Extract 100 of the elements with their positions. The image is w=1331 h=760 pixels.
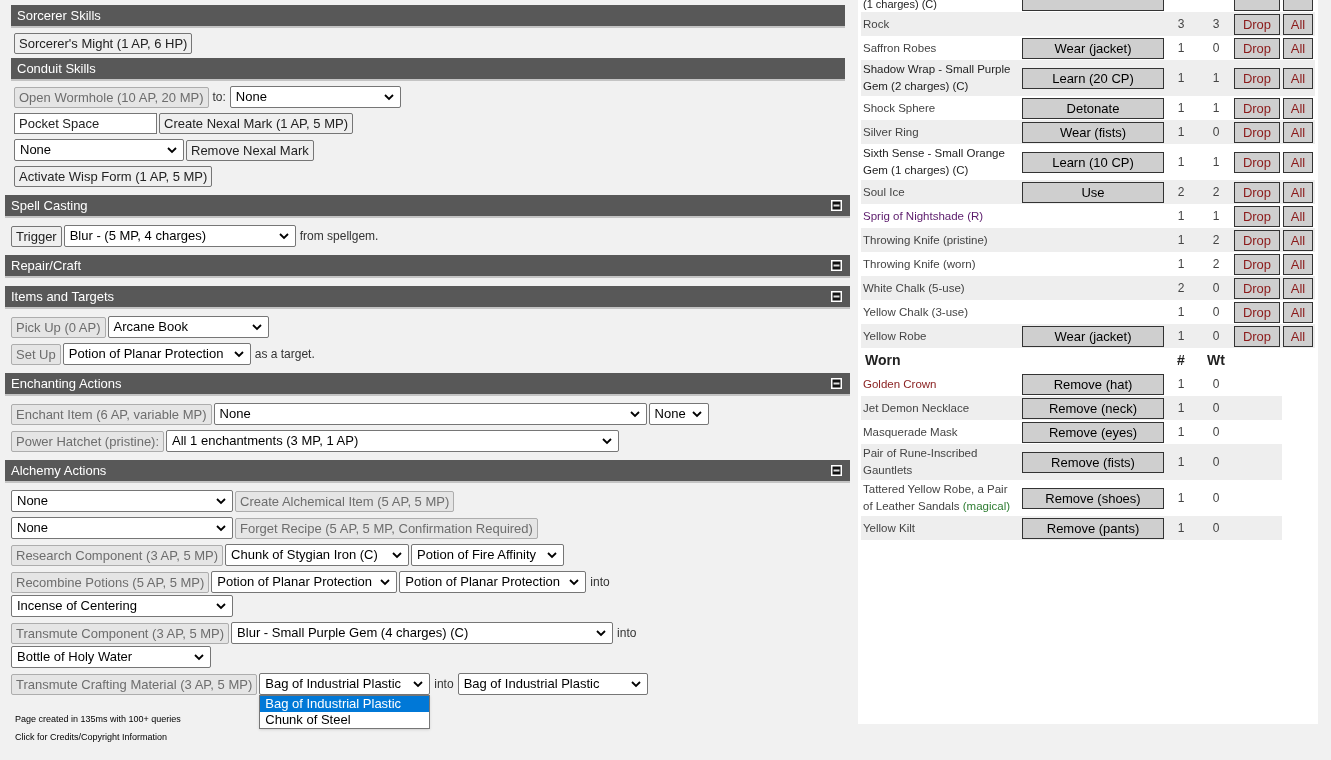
remove-button[interactable]: Remove (neck) <box>1022 397 1164 419</box>
dropdown[interactable]: Potion of Planar Protection <box>399 571 587 593</box>
all-button[interactable]: All <box>1283 205 1313 227</box>
collapse-icon[interactable] <box>831 465 842 476</box>
item-name: Masquerade Mask <box>862 424 959 440</box>
collapse-icon[interactable] <box>831 260 842 271</box>
all-button[interactable]: All <box>1283 121 1313 143</box>
item-count: 1 <box>1176 328 1186 345</box>
drop-button[interactable]: Drop <box>1234 229 1280 251</box>
action-button[interactable]: Activate Wisp Form (1 AP, 5 MP) <box>14 166 213 187</box>
all-button[interactable]: All <box>1283 277 1313 299</box>
action-button[interactable]: Learn (20 CP) <box>1022 67 1164 89</box>
all-button[interactable]: All <box>1283 67 1313 89</box>
item-weight: 0 <box>1211 328 1221 345</box>
drop-button[interactable]: Drop <box>1234 205 1280 227</box>
drop-button[interactable]: Drop <box>1234 37 1280 59</box>
action-button[interactable]: Learn (10 CP) <box>1022 151 1164 173</box>
all-button[interactable]: All <box>1283 13 1313 35</box>
all-button[interactable]: All <box>1283 253 1313 275</box>
action-button[interactable]: Remove Nexal Mark <box>186 139 314 161</box>
collapse-icon[interactable] <box>831 378 842 389</box>
drop-button[interactable]: Drop <box>1234 151 1280 173</box>
item-name: Pair of Rune-Inscribed Gauntlets <box>862 446 979 478</box>
all-button[interactable]: All <box>1283 37 1313 59</box>
footer-text: Click for Credits/Copyright Information <box>15 731 168 743</box>
dropdown[interactable]: Arcane Book <box>107 316 269 338</box>
chevron-icon <box>167 146 177 154</box>
collapse-icon[interactable] <box>831 291 842 302</box>
item-weight: 3 <box>1211 16 1221 33</box>
drop-button[interactable]: Drop <box>1234 277 1280 299</box>
action-button[interactable]: Use <box>1022 181 1164 203</box>
item-name: Throwing Knife (worn) <box>862 256 977 272</box>
chevron-icon <box>216 497 226 505</box>
item-count: 1 <box>1176 424 1186 441</box>
dropdown[interactable]: Blur - Small Purple Gem (4 charges) (C) <box>231 622 614 644</box>
dropdown[interactable]: Blur - (5 MP, 4 charges) <box>63 225 296 247</box>
item-count: 1 <box>1176 232 1186 249</box>
dropdown[interactable]: None <box>11 490 233 512</box>
item-name: Yellow Robe <box>862 328 928 344</box>
drop-button[interactable]: Drop <box>1234 13 1280 35</box>
dropdown[interactable]: All 1 enchantments (3 MP, 1 AP) <box>166 430 620 452</box>
action-button[interactable]: Detonate <box>1022 97 1164 119</box>
dropdown[interactable]: Bottle of Holy Water <box>11 646 211 668</box>
drop-button[interactable]: Drop <box>1234 67 1280 89</box>
all-button[interactable]: All <box>1283 151 1313 173</box>
label: into <box>434 676 454 693</box>
dropdown[interactable]: Potion of Fire Affinity <box>411 544 565 566</box>
dropdown[interactable]: None <box>11 517 233 539</box>
all-button[interactable]: All <box>1283 181 1313 203</box>
action-button[interactable]: Wear (jacket) <box>1022 37 1164 59</box>
chevron-icon <box>602 437 613 445</box>
remove-button[interactable]: Remove (fists) <box>1022 451 1164 473</box>
item-weight: 0 <box>1211 424 1221 441</box>
drop-button[interactable]: Drop <box>1234 181 1280 203</box>
dropdown[interactable]: None <box>229 86 401 108</box>
item-name: Rock <box>862 16 891 32</box>
dropdown[interactable]: Potion of Planar Protection <box>211 571 398 593</box>
dropdown[interactable]: None <box>648 403 709 425</box>
input-field[interactable]: Pocket Space <box>14 113 157 134</box>
item-count: 1 <box>1176 376 1186 393</box>
action-button[interactable]: Trigger <box>11 225 62 247</box>
dropdown[interactable]: Chunk of Stygian Iron (C) <box>225 544 410 566</box>
all-button[interactable]: All <box>1283 229 1313 251</box>
dropdown[interactable]: Potion of Planar Protection <box>62 343 251 365</box>
label: into <box>617 625 637 642</box>
item-name: Tattered Yellow Robe, a Pair of Leather Sandals (magical) <box>862 482 1012 514</box>
action-button[interactable]: Sorcerer's Might (1 AP, 6 HP) <box>14 33 193 54</box>
drop-button[interactable]: Drop <box>1234 325 1280 347</box>
item-name: Golden Crown <box>862 376 938 392</box>
chevron-icon <box>380 578 391 586</box>
dropdown-option[interactable]: Chunk of Steel <box>260 712 430 728</box>
dropdown[interactable]: None <box>14 139 184 161</box>
dropdown-option[interactable]: Bag of Industrial Plastic <box>260 696 430 712</box>
drop-button[interactable]: Drop <box>1234 301 1280 323</box>
all-button[interactable]: All <box>1283 301 1313 323</box>
chevron-icon <box>547 551 558 559</box>
remove-button[interactable]: Remove (pants) <box>1022 517 1164 539</box>
drop-button[interactable]: Drop <box>1234 97 1280 119</box>
dropdown[interactable]: Bag of Industrial Plastic <box>457 673 648 695</box>
dropdown[interactable]: Incense of Centering <box>11 595 233 617</box>
item-name: Yellow Chalk (3-use) <box>862 304 970 320</box>
drop-button[interactable]: Drop <box>1234 121 1280 143</box>
item-weight: 0 <box>1211 304 1221 321</box>
remove-button[interactable]: Remove (hat) <box>1022 373 1164 395</box>
item-count: 3 <box>1176 16 1186 33</box>
action-button[interactable]: Wear (fists) <box>1022 121 1164 143</box>
item-count: 1 <box>1176 154 1186 171</box>
drop-button[interactable]: Drop <box>1234 253 1280 275</box>
remove-button[interactable]: Remove (eyes) <box>1022 421 1164 443</box>
item-name: Yellow Kilt <box>862 520 916 536</box>
dropdown[interactable]: None <box>213 403 647 425</box>
action-button[interactable]: Wear (jacket) <box>1022 325 1164 347</box>
action-button[interactable]: Create Nexal Mark (1 AP, 5 MP) <box>159 113 353 134</box>
remove-button[interactable]: Remove (shoes) <box>1022 487 1164 509</box>
section-title: Conduit Skills <box>17 59 96 78</box>
chevron-icon <box>569 578 580 586</box>
collapse-icon[interactable] <box>831 200 842 211</box>
dropdown[interactable]: Bag of Industrial Plastic <box>259 673 431 695</box>
all-button[interactable]: All <box>1283 97 1313 119</box>
all-button[interactable]: All <box>1283 325 1313 347</box>
